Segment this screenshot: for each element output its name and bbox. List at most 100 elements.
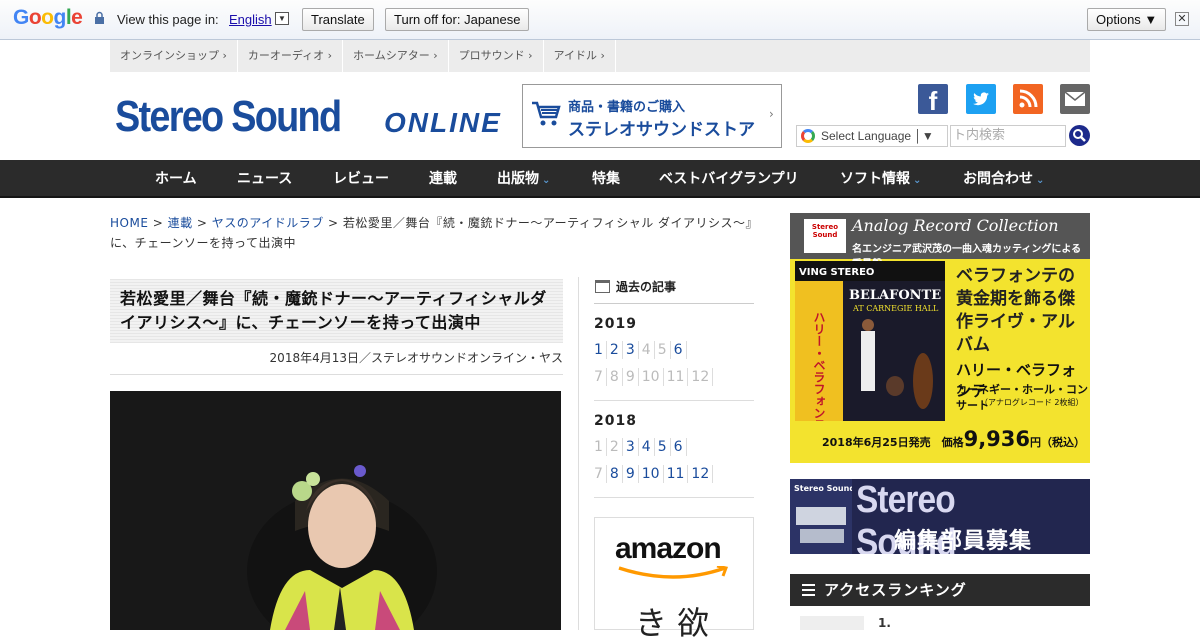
breadcrumb: HOME > 連載 > ヤスのアイドルラブ > 若松愛里／舞台『続・魔銃ドナー～… [110,216,759,250]
site-logo[interactable]: Stereo Sound [115,92,342,142]
nav-series[interactable]: 連載 [429,160,457,198]
top-link-pro-sound[interactable]: プロサウンド › [449,40,544,72]
top-link-online-shop[interactable]: オンラインショップ › [110,40,238,72]
ad-format: （アナログレコード 2枚組） [980,398,1084,407]
archive-month-link[interactable]: 11 [667,465,689,483]
twitter-icon[interactable] [966,84,996,114]
language-select[interactable]: Select Language │▼ [796,125,948,147]
chevron-down-icon: ⌄ [1036,175,1045,186]
ad-header-title: Analog Record Collection [852,216,1059,235]
svg-text:BELAFONTE: BELAFONTE [849,288,941,303]
ranking-item[interactable]: 1. [800,616,891,630]
nav-best-buy[interactable]: ベストバイグランプリ [659,160,799,198]
language-link[interactable]: English [229,12,272,27]
article-title: 若松愛里／舞台『続・魔銃ドナー～アーティフィシャルダイアリシス～』に、チェーンソ… [110,279,563,343]
archive-widget: 過去の記事 2019 1 2 3 4 5 6 7 8 9 10 11 12 2018 1 2 3 4 5 6 7 8 9 10… [594,277,754,498]
nav-publications[interactable]: 出版物 ⌄ [497,160,550,200]
mail-icon[interactable] [1060,84,1090,114]
top-link-idol[interactable]: アイドル › [544,40,616,72]
archive-divider [594,400,754,401]
archive-month-link[interactable]: 3 [626,341,639,359]
store-banner[interactable]: 商品・書籍のご購入 ステレオサウンドストア › [522,84,782,148]
album-cover-image: VING STEREO BELAFONTE AT CARNEGIE HALL ハ… [795,261,945,421]
translate-button[interactable]: Translate [302,8,374,31]
language-dropdown-icon[interactable]: ▼ [275,12,289,25]
analog-record-ad[interactable]: Stereo Sound Analog Record Collection 名エ… [790,213,1090,463]
turn-off-button[interactable]: Turn off for: Japanese [385,8,530,31]
site-search-input[interactable]: ト内検索 [950,125,1066,147]
amazon-smile-icon [618,566,729,579]
archive-month-link[interactable]: 2 [610,341,623,359]
translate-bar: Google View this page in: English ▼ Tran… [0,0,1200,40]
nav-news[interactable]: ニュース [237,160,292,198]
translate-prompt: View this page in: [117,12,219,27]
breadcrumb-home[interactable]: HOME [110,216,148,230]
archive-month-link: 1 [594,438,607,456]
site-logo-online[interactable]: ONLINE [384,107,502,139]
svg-text:ハリー・ベラフォンテ: ハリー・ベラフォンテ [812,311,826,421]
ad-release: 2018年6月25日発売 価格9,936円（税込） [822,427,1086,451]
column-divider [578,277,579,630]
recruit-ad[interactable]: Stereo Sound Stereo Sound 編集部員募集 [790,479,1090,554]
ad-headline: ベラフォンテの黄金期を飾る傑作ライヴ・アルバム [956,266,1075,355]
top-link-home-theater[interactable]: ホームシアター › [343,40,449,72]
ranking-heading: アクセスランキング [790,574,1090,606]
archive-year: 2018 [594,413,637,429]
archive-month-link[interactable]: 10 [642,465,664,483]
store-line1: 商品・書籍のご購入 [568,100,686,115]
lock-icon [95,11,104,24]
top-links-bar: オンラインショップ › カーオーディオ › ホームシアター › プロサウンド ›… [110,40,1090,72]
breadcrumb-series[interactable]: 連載 [168,216,193,230]
nav-software[interactable]: ソフト情報 ⌄ [840,160,921,200]
close-icon[interactable]: ✕ [1175,12,1189,26]
archive-month-link[interactable]: 5 [658,438,671,456]
nav-home[interactable]: ホーム [155,160,197,198]
archive-month-link: 12 [691,368,714,386]
archive-month-link: 9 [626,368,639,386]
chevron-down-icon: ⌄ [913,175,922,186]
rss-icon[interactable] [1013,84,1043,114]
archive-month-link: 7 [594,368,607,386]
archive-month-row: 123456 [594,438,754,456]
archive-month-row: 123456 [594,341,754,359]
nav-feature[interactable]: 特集 [592,160,620,198]
nav-review[interactable]: レビュー [333,160,389,198]
list-icon [802,584,815,596]
archive-month-link[interactable]: 12 [691,465,714,483]
archive-month-link: 2 [610,438,623,456]
archive-year: 2019 [594,316,637,332]
breadcrumb-column[interactable]: ヤスのアイドルラブ [212,216,324,230]
archive-month-link[interactable]: 8 [610,465,623,483]
recruit-subtitle: 編集部員募集 [894,529,1033,554]
options-button[interactable]: Options ▼ [1087,8,1167,31]
svg-text:Stereo Sound: Stereo Sound [794,484,852,493]
archive-month-link: 7 [594,465,607,483]
svg-text:VING STEREO: VING STEREO [799,267,874,278]
archive-month-row: 7 8 9 10 11 12 [594,368,754,386]
store-line2: ステレオサウンドストア [568,120,755,140]
archive-month-link[interactable]: 1 [594,341,607,359]
ad-header-band: Stereo Sound Analog Record Collection 名エ… [790,213,1090,270]
archive-month-link[interactable]: 3 [626,438,639,456]
search-button[interactable] [1069,125,1090,146]
main-nav: ホーム ニュース レビュー 連載 出版物 ⌄ 特集 ベストバイグランプリ ソフト情… [0,160,1200,198]
nav-contact[interactable]: お問合わせ ⌄ [963,160,1044,200]
archive-month-link[interactable]: 6 [674,341,687,359]
archive-month-link: 10 [642,368,664,386]
archive-month-link[interactable]: 4 [642,438,655,456]
facebook-icon[interactable]: f [918,84,948,116]
breadcrumb-current: 若松愛里／舞台『続・魔銃ドナー～アーティフィシャル ダイアリシス～』に、チェーン… [110,216,759,250]
archive-month-row: 7 8 9 10 11 12 [594,465,754,483]
search-icon [1073,129,1086,142]
article-photo[interactable] [110,391,561,630]
google-logo: Google [13,6,83,29]
ranking-thumbnail [800,616,864,630]
archive-month-link[interactable]: 6 [674,438,687,456]
archive-month-link: 8 [610,368,623,386]
archive-heading: 過去の記事 [594,277,754,304]
cart-icon [532,101,561,126]
amazon-ad[interactable]: amazon き 欲 [594,517,754,642]
archive-month-link[interactable]: 9 [626,465,639,483]
top-link-car-audio[interactable]: カーオーディオ › [238,40,344,72]
chevron-down-icon: ⌄ [542,175,551,186]
